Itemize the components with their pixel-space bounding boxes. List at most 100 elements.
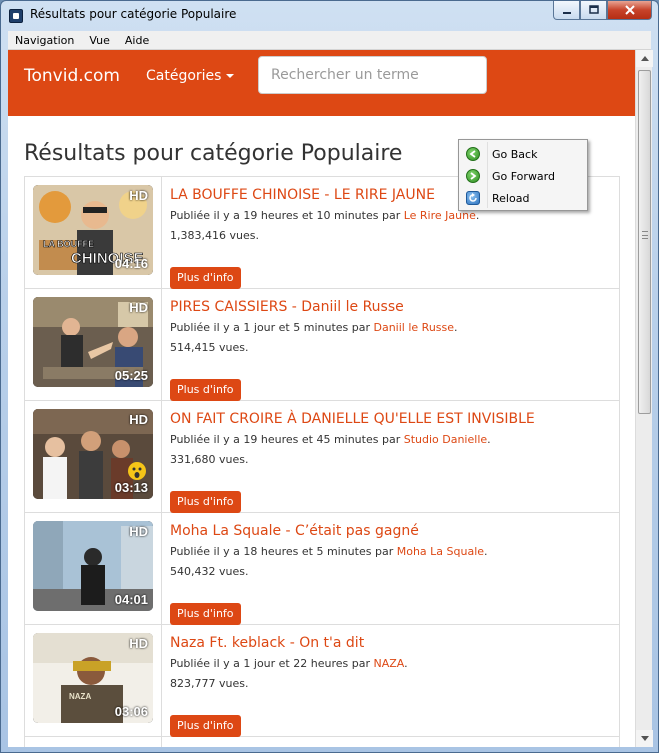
app-window: Résultats pour catégorie Populaire Navig… [0,0,659,753]
video-meta: Publiée il y a 19 heures et 45 minutes p… [170,429,610,450]
video-thumbnail[interactable]: HD 04:01 [33,521,153,611]
thumb-shirt-text: NAZA [69,692,91,701]
thumbnail-cell: HD 05:25 [25,289,162,400]
site-navbar: Tonvid.com Catégories [8,50,635,116]
video-list: LA BOUFFE CHINOISE HD 04:16 LA BOUFFE CH… [24,176,620,747]
categories-label: Catégories [146,68,222,84]
thumbnail-cell [25,737,162,747]
more-info-button[interactable]: Plus d'info [170,379,241,401]
arrow-up-icon [640,56,649,61]
arrow-left-icon [466,147,480,161]
view-count: 514,415 vues. [170,341,249,354]
context-go-back[interactable]: Go Back [459,143,587,165]
channel-link[interactable]: Moha La Squale [397,545,484,558]
thumbnail-cell: HD 04:01 [25,513,162,624]
duration-badge: 04:16 [114,256,148,271]
video-title-link[interactable]: PIRES CAISSIERS - Daniil le Russe [170,297,610,317]
arrow-down-icon [640,736,649,741]
context-go-forward-label: Go Forward [492,169,555,183]
video-title-link[interactable]: Moha La Squale - C’était pas gagné [170,521,610,541]
published-text: Publiée il y a 19 heures et 45 minutes p… [170,433,404,446]
close-button[interactable] [607,1,652,20]
list-item: HD 03:13 ON FAIT CROIRE À DANIELLE QU'EL… [25,401,619,513]
more-info-button[interactable]: Plus d'info [170,715,241,737]
duration-badge: 03:06 [114,704,148,719]
view-count: 540,432 vues. [170,565,249,578]
video-info: Naza Ft. keblack - On t'a dit Publiée il… [170,633,610,737]
list-item: HD 05:25 PIRES CAISSIERS - Daniil le Rus… [25,289,619,401]
list-item: NAZA HD 03:06 Naza Ft. keblack - On t'a … [25,625,619,737]
hd-badge: HD [129,300,148,315]
published-suffix: . [487,433,491,446]
scroll-down-button[interactable] [636,730,653,747]
menu-aide[interactable]: Aide [118,34,157,47]
thumbnail-cell: LA BOUFFE CHINOISE HD 04:16 [25,177,162,288]
hd-badge: HD [129,636,148,651]
more-info-button[interactable]: Plus d'info [170,267,241,289]
search-input[interactable] [258,56,487,94]
maximize-button[interactable] [580,1,607,20]
thumb-caption-1: LA BOUFFE [43,239,94,249]
vertical-scrollbar[interactable] [635,50,653,747]
channel-link[interactable]: NAZA [373,657,404,670]
menu-navigation[interactable]: Navigation [8,34,82,47]
menu-vue[interactable]: Vue [82,34,118,47]
minimize-icon [562,12,571,14]
grip-icon [642,231,648,239]
caret-down-icon [226,74,235,78]
view-count: 1,383,416 vues. [170,229,259,242]
video-thumbnail[interactable]: NAZA HD 03:06 [33,633,153,723]
published-text: Publiée il y a 18 heures et 5 minutes pa… [170,545,397,558]
video-thumbnail[interactable]: LA BOUFFE CHINOISE HD 04:16 [33,185,153,275]
video-meta: Publiée il y a 1 jour et 22 heures par N… [170,653,610,674]
title-bar[interactable]: Résultats pour catégorie Populaire [1,1,658,31]
video-info: PIRES CAISSIERS - Daniil le Russe Publié… [170,297,610,401]
minimize-button[interactable] [553,1,580,20]
context-reload-label: Reload [492,191,530,205]
view-count: 331,680 vues. [170,453,249,466]
hd-badge: HD [129,188,148,203]
channel-link[interactable]: Studio Danielle [404,433,487,446]
context-go-forward[interactable]: Go Forward [459,165,587,187]
context-reload[interactable]: Reload [459,187,587,209]
maximize-icon [588,5,599,14]
video-thumbnail[interactable]: HD 03:13 [33,409,153,499]
duration-badge: 05:25 [114,368,148,383]
more-info-button[interactable]: Plus d'info [170,491,241,513]
arrow-right-icon [466,169,480,183]
close-icon [624,5,635,15]
video-info: ON FAIT CROIRE À DANIELLE QU'ELLE EST IN… [170,409,610,513]
published-suffix: . [484,545,488,558]
window-controls [553,1,652,20]
channel-link[interactable]: Daniil le Russe [374,321,455,334]
video-meta: Publiée il y a 18 heures et 5 minutes pa… [170,541,610,562]
video-info: Moha La Squale - C’était pas gagné Publi… [170,521,610,625]
list-item [25,737,619,747]
thumbnail-cell: HD 03:13 [25,401,162,512]
published-text: Publiée il y a 1 jour et 22 heures par [170,657,374,670]
app-icon [9,9,23,23]
list-item: HD 04:01 Moha La Squale - C’était pas ga… [25,513,619,625]
more-info-button[interactable]: Plus d'info [170,603,241,625]
window-title: Résultats pour catégorie Populaire [30,7,237,21]
menu-bar: Navigation Vue Aide [8,31,651,50]
scrollbar-thumb[interactable] [638,70,651,414]
page-title: Résultats pour catégorie Populaire [24,141,403,166]
video-title-link[interactable]: Naza Ft. keblack - On t'a dit [170,633,610,653]
published-text: Publiée il y a 1 jour et 5 minutes par [170,321,374,334]
reload-icon [466,191,480,205]
duration-badge: 03:13 [114,480,148,495]
context-menu: Go Back Go Forward Reload [458,139,588,211]
video-thumbnail[interactable]: HD 05:25 [33,297,153,387]
scroll-up-button[interactable] [636,50,653,67]
video-title-link[interactable]: ON FAIT CROIRE À DANIELLE QU'ELLE EST IN… [170,409,610,429]
categories-dropdown[interactable]: Catégories [146,68,235,84]
site-brand-link[interactable]: Tonvid.com [24,66,120,86]
published-suffix: . [404,657,408,670]
duration-badge: 04:01 [114,592,148,607]
published-text: Publiée il y a 19 heures et 10 minutes p… [170,209,404,222]
hd-badge: HD [129,412,148,427]
thumbnail-cell: NAZA HD 03:06 [25,625,162,736]
context-go-back-label: Go Back [492,147,538,161]
video-meta: Publiée il y a 1 jour et 5 minutes par D… [170,317,610,338]
